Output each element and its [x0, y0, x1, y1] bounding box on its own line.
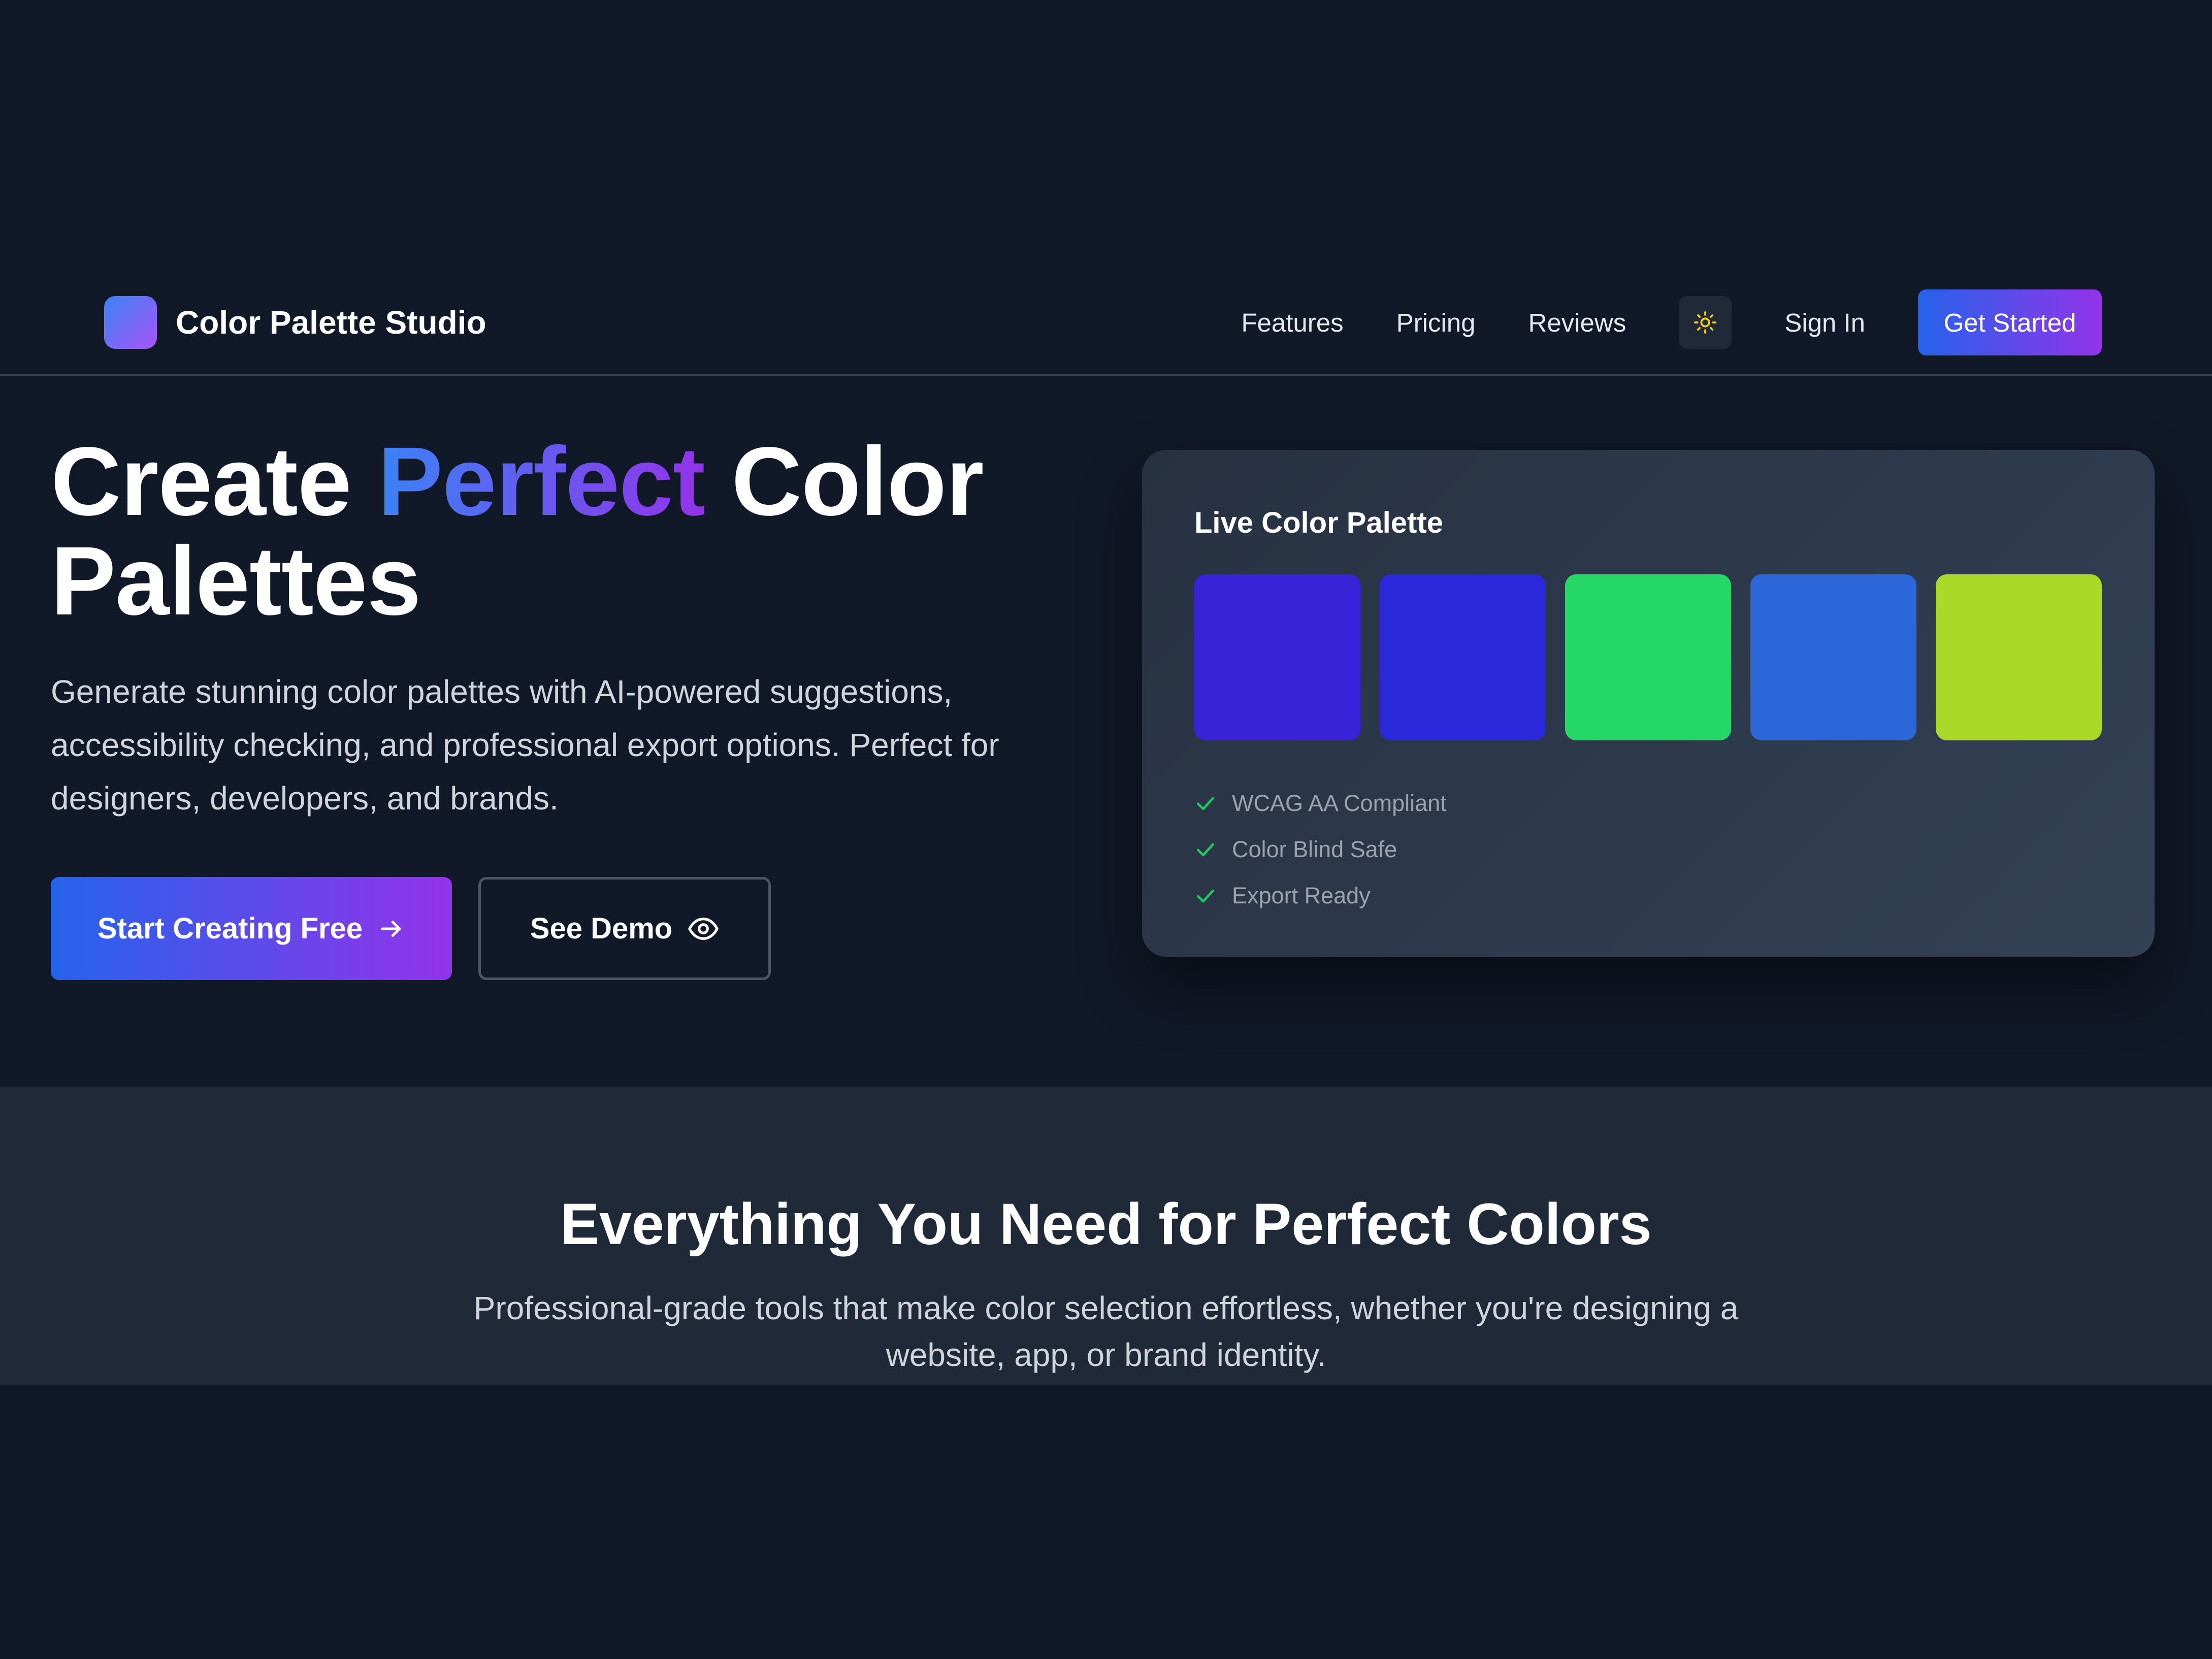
color-swatch[interactable] [1194, 574, 1360, 740]
nav-link-features[interactable]: Features [1241, 308, 1343, 338]
nav-link-reviews[interactable]: Reviews [1528, 308, 1626, 338]
hero-title-end: Color [705, 427, 984, 536]
color-swatch[interactable] [1936, 574, 2102, 740]
hero-title-start: Create [51, 427, 378, 536]
list-item: Export Ready [1194, 872, 1447, 919]
see-demo-button[interactable]: See Demo [478, 877, 771, 980]
list-item: Color Blind Safe [1194, 826, 1447, 872]
features-section-subtitle: Professional-grade tools that make color… [473, 1290, 1739, 1373]
palette-feature-list: WCAG AA Compliant Color Blind Safe Expor… [1194, 780, 1447, 919]
features-section: Everything You Need for Perfect Colors P… [0, 1087, 2212, 1385]
brand[interactable]: Color Palette Studio [104, 296, 486, 349]
palette-card-title: Live Color Palette [1194, 506, 1443, 539]
brand-name: Color Palette Studio [176, 304, 486, 341]
feature-label: Export Ready [1232, 882, 1371, 908]
color-swatch[interactable] [1380, 574, 1546, 740]
start-creating-free-label: Start Creating Free [97, 912, 363, 945]
check-icon [1194, 838, 1217, 861]
features-section-title: Everything You Need for Perfect Colors [560, 1192, 1652, 1257]
feature-label: WCAG AA Compliant [1232, 790, 1447, 816]
check-icon [1194, 792, 1217, 815]
color-swatch[interactable] [1750, 574, 1916, 740]
color-swatch[interactable] [1565, 574, 1731, 740]
sign-in-link[interactable]: Sign In [1784, 308, 1865, 338]
hero-title-line-1: Create Perfect Color [51, 432, 984, 531]
eye-icon [688, 913, 719, 945]
hero-title-line-2: Palettes [51, 526, 421, 635]
brand-logo [104, 296, 157, 349]
top-navigation: Color Palette Studio Features Pricing Re… [0, 267, 2212, 376]
theme-toggle-button[interactable] [1679, 296, 1732, 349]
start-creating-free-button[interactable]: Start Creating Free [51, 877, 452, 980]
hero-title: Create Perfect Color Palettes [51, 432, 984, 631]
live-palette-card: Live Color Palette WCAG AA Compliant Col… [1142, 450, 2155, 957]
nav-menu: Features Pricing Reviews Sign In Get Sta… [1241, 289, 2102, 355]
list-item: WCAG AA Compliant [1194, 780, 1447, 826]
hero-title-accent: Perfect [378, 427, 705, 536]
check-icon [1194, 885, 1217, 907]
arrow-right-icon [378, 915, 405, 942]
sun-icon [1694, 311, 1717, 334]
color-swatches [1194, 574, 2102, 740]
feature-label: Color Blind Safe [1232, 836, 1397, 862]
hero-subtitle: Generate stunning color palettes with AI… [51, 673, 999, 817]
see-demo-label: See Demo [530, 912, 673, 945]
nav-link-pricing[interactable]: Pricing [1396, 308, 1476, 338]
get-started-button[interactable]: Get Started [1918, 289, 2102, 355]
